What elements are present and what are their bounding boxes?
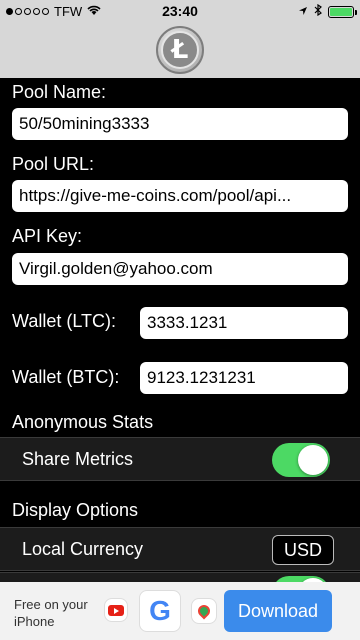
wallet-btc-field[interactable]: 9123.1231231 (140, 362, 348, 394)
pool-url-label: Pool URL: (12, 154, 95, 174)
display-options-title: Display Options (12, 500, 139, 520)
anonymous-stats-title: Anonymous Stats (12, 412, 154, 432)
local-currency-label: Local Currency (22, 539, 144, 559)
youtube-icon (104, 598, 128, 622)
toggle-knob (298, 445, 328, 475)
google-icon: G (139, 590, 181, 632)
api-key-label: API Key: (12, 226, 83, 246)
local-currency-row: Local Currency USD (0, 527, 360, 571)
wallet-ltc-label: Wallet (LTC): (12, 311, 117, 331)
status-right (298, 3, 357, 19)
ad-banner[interactable]: Free on your iPhone G Download (0, 582, 360, 640)
location-icon (298, 4, 308, 19)
wallet-ltc-field[interactable]: 3333.1231 (140, 307, 348, 339)
local-currency-button[interactable]: USD (272, 535, 334, 565)
pool-name-field[interactable]: 50/50mining3333 (12, 108, 348, 140)
status-bar: TFW 23:40 (0, 0, 360, 22)
download-button[interactable]: Download (224, 590, 332, 632)
api-key-field[interactable]: Virgil.golden@yahoo.com (12, 253, 348, 285)
wallet-btc-label: Wallet (BTC): (12, 367, 120, 387)
share-metrics-row: Share Metrics (0, 437, 360, 481)
pool-url-field[interactable]: https://give-me-coins.com/pool/api... (12, 180, 348, 212)
app-header: Ł (0, 22, 360, 78)
litecoin-logo-icon: Ł (156, 26, 204, 74)
share-metrics-label: Share Metrics (22, 449, 134, 469)
ad-text: Free on your iPhone (14, 597, 88, 629)
maps-icon (191, 598, 217, 624)
share-metrics-toggle[interactable] (272, 443, 330, 477)
bluetooth-icon (314, 3, 322, 19)
battery-icon (328, 5, 357, 18)
pool-name-label: Pool Name: (12, 82, 107, 102)
